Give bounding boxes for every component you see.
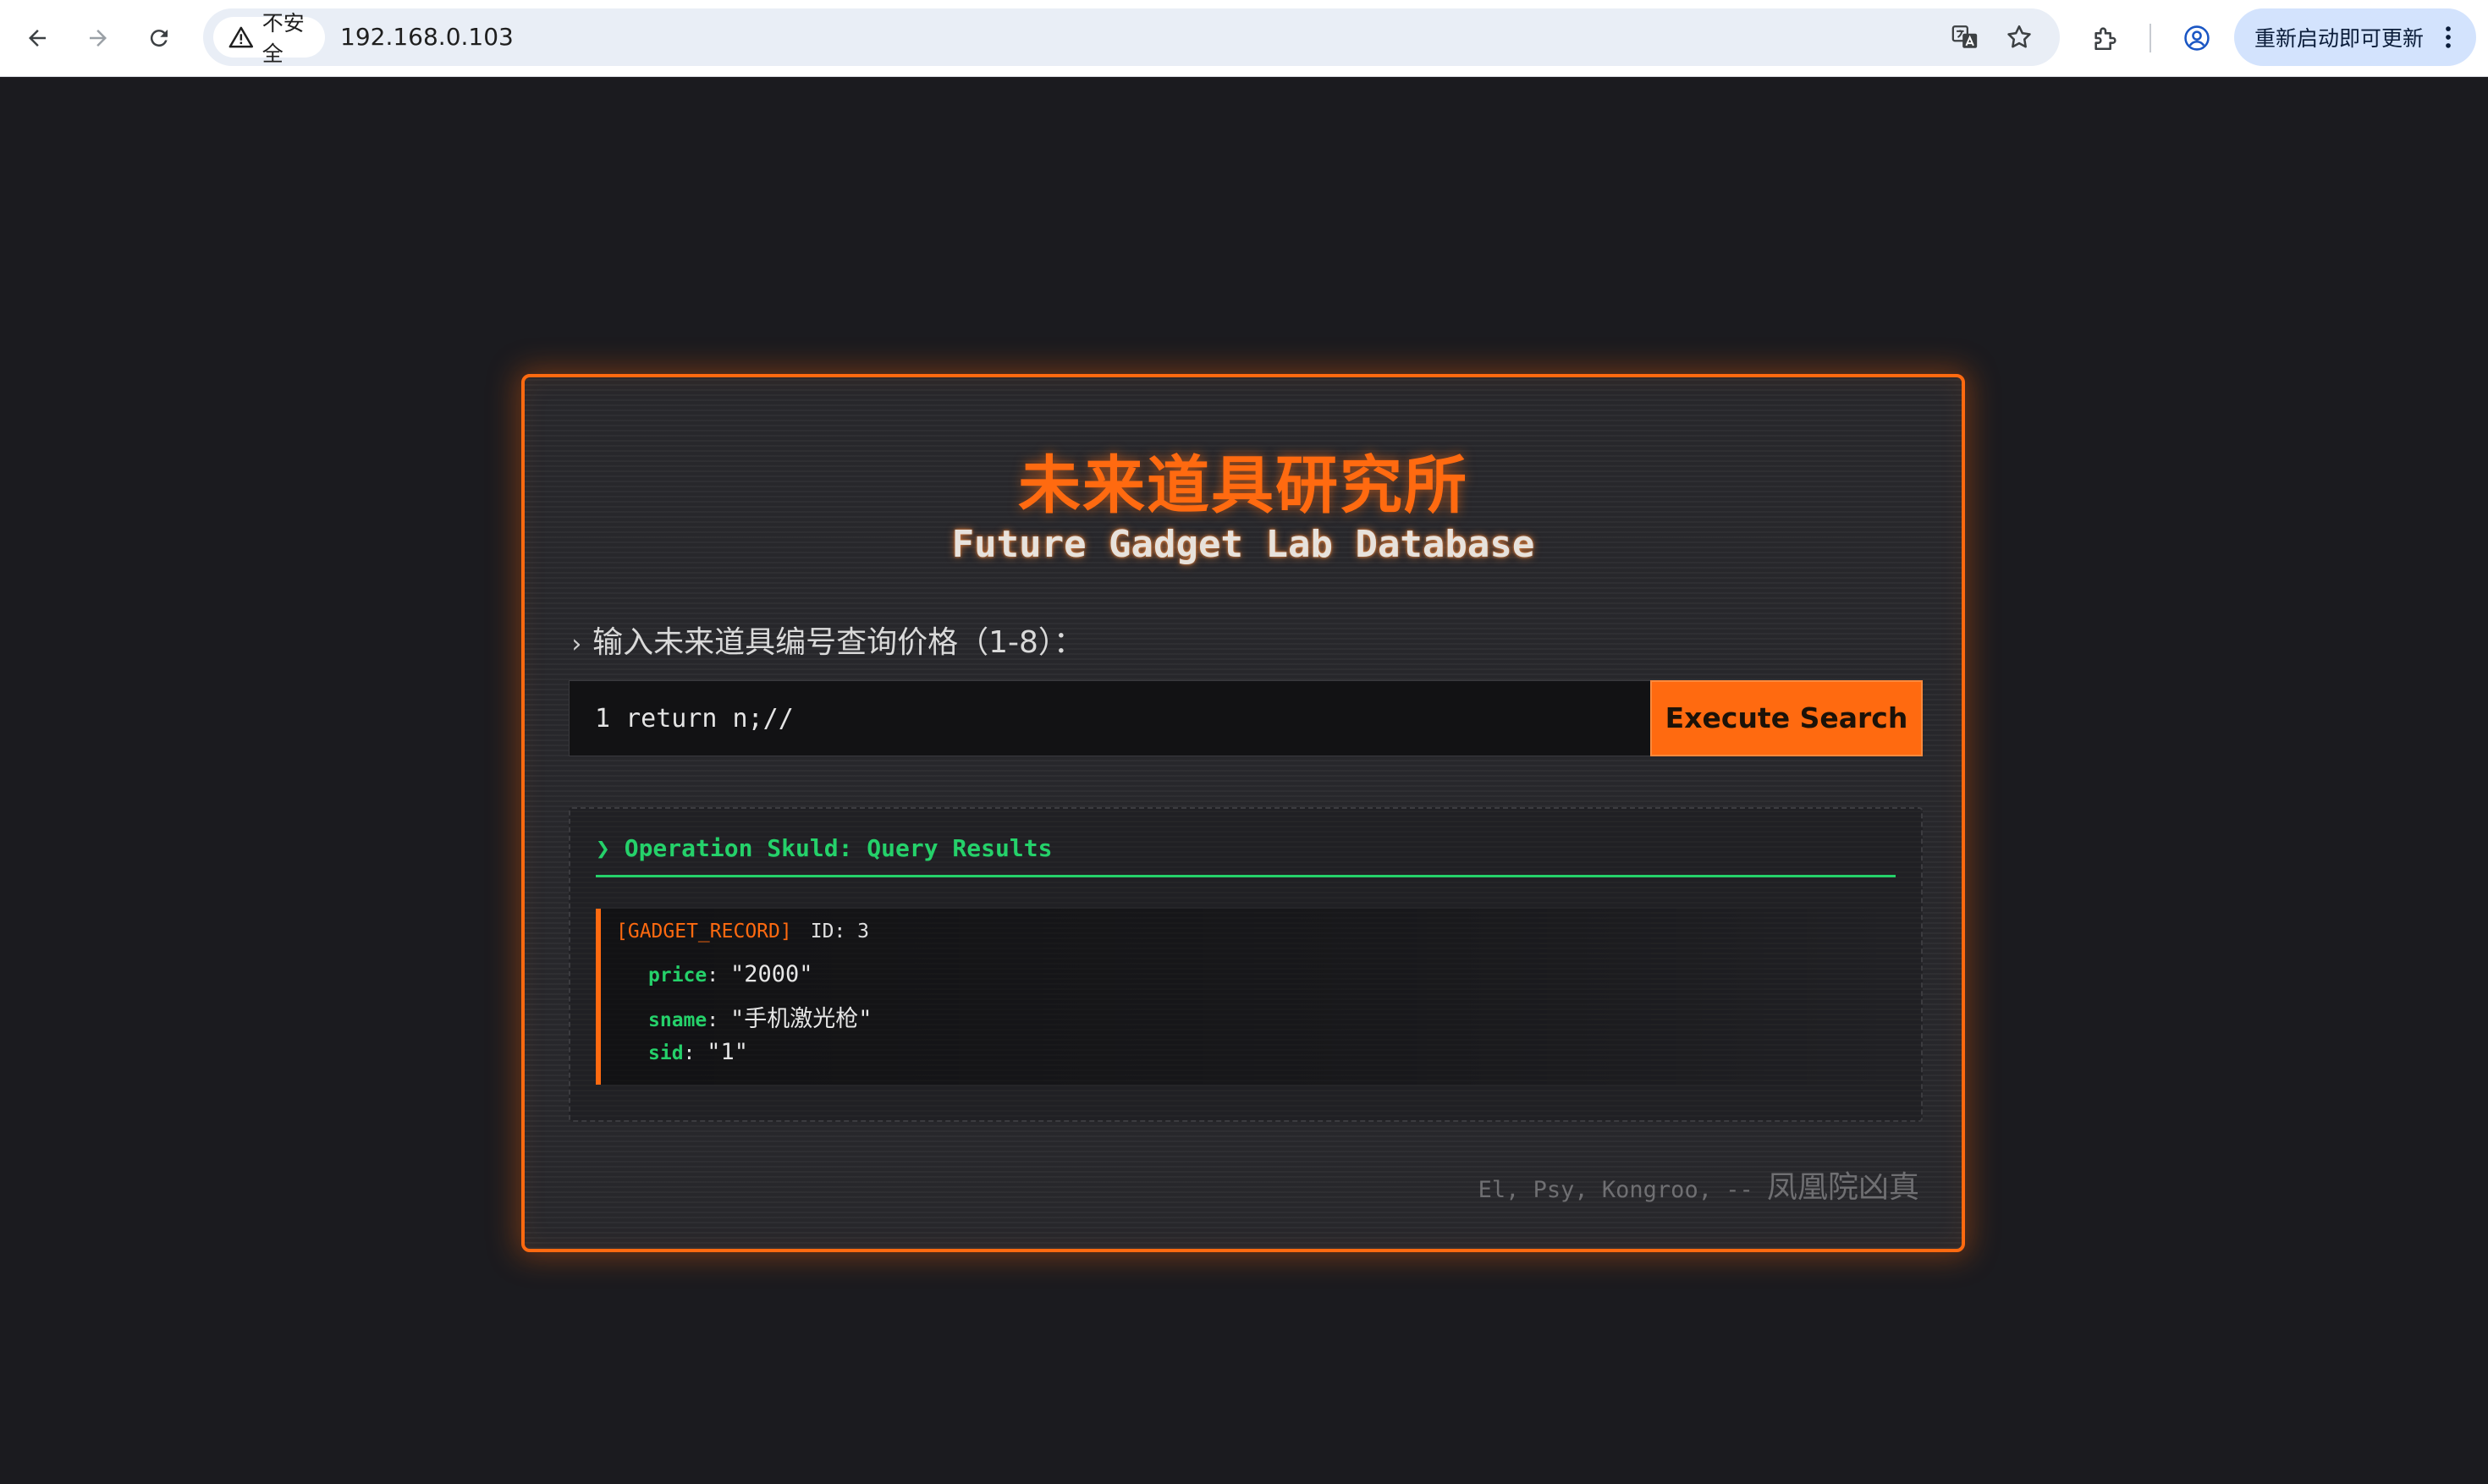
star-icon: [2007, 25, 2031, 48]
record-header: [GADGET_RECORD] ID: 3: [616, 921, 869, 943]
results-panel: ❯ Operation Skuld: Query Results [GADGET…: [569, 807, 1923, 1122]
field-value: "手机激光枪": [729, 1006, 872, 1032]
page-subtitle: Future Gadget Lab Database: [951, 523, 1535, 566]
chevron-right-icon: ›: [569, 629, 585, 659]
record-field-sid: sid: "1": [648, 1039, 749, 1065]
toolbar-divider: [2149, 24, 2151, 52]
security-label: 不安全: [261, 11, 305, 66]
browser-toolbar: 不安全 192.168.0.103 重新启动即可更新: [0, 0, 2488, 77]
reload-button[interactable]: [139, 18, 179, 58]
results-title: ❯ Operation Skuld: Query Results: [596, 834, 1053, 862]
footer-quote: El, Psy, Kongroo, -- 凤凰院凶真: [1478, 1162, 1919, 1206]
back-button[interactable]: [17, 18, 58, 58]
back-arrow-icon: [29, 30, 46, 47]
field-key: price: [648, 965, 707, 987]
footer-signature: 凤凰院凶真: [1766, 1170, 1919, 1205]
reload-icon: [150, 30, 168, 47]
field-value: "2000": [729, 961, 813, 987]
more-vert-icon: [2446, 26, 2451, 48]
forward-arrow-icon: [90, 30, 107, 47]
profile-icon: [2184, 25, 2210, 51]
field-value: "1": [707, 1039, 749, 1065]
address-bar[interactable]: 不安全 192.168.0.103: [203, 8, 2060, 66]
gadget-lab-panel: 未来道具研究所 Future Gadget Lab Database › 输入未来…: [521, 374, 1965, 1252]
execute-search-button[interactable]: Execute Search: [1650, 680, 1923, 756]
field-key: sid: [648, 1042, 684, 1064]
bookmark-button[interactable]: [2002, 20, 2036, 54]
relaunch-update-button[interactable]: 重新启动即可更新: [2234, 8, 2476, 66]
url-text[interactable]: 192.168.0.103: [340, 8, 514, 66]
results-divider: [596, 875, 1896, 877]
page-title: 未来道具研究所: [1018, 449, 1468, 522]
gadget-record: [GADGET_RECORD] ID: 3 price: "2000" sname…: [596, 909, 1904, 1085]
record-field-price: price: "2000": [648, 961, 813, 987]
field-key: sname: [648, 1009, 707, 1031]
translate-button[interactable]: [1948, 20, 1982, 54]
record-id: ID: 3: [810, 921, 869, 943]
record-tag: [GADGET_RECORD]: [616, 921, 792, 943]
security-chip[interactable]: 不安全: [213, 11, 325, 66]
gadget-id-input[interactable]: [569, 680, 1650, 756]
search-prompt: › 输入未来道具编号查询价格（1-8）：: [569, 618, 1084, 662]
warning-icon: [228, 26, 254, 48]
update-label: 重新启动即可更新: [2254, 26, 2425, 51]
forward-button[interactable]: [78, 18, 118, 58]
profile-button[interactable]: [2177, 18, 2217, 58]
extensions-icon: [2094, 27, 2116, 51]
record-field-sname: sname: "手机激光枪": [648, 1006, 872, 1032]
footer-quote-text: El, Psy, Kongroo, --: [1478, 1177, 1767, 1203]
translate-icon: [1951, 25, 1978, 48]
extensions-button[interactable]: [2085, 18, 2126, 58]
search-prompt-text: 输入未来道具编号查询价格（1-8）：: [592, 625, 1084, 660]
